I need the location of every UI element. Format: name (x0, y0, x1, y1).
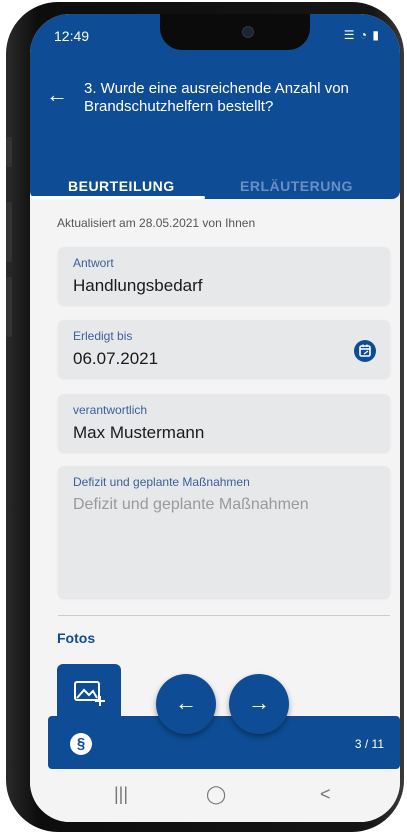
verantwortlich-value: Max Mustermann (73, 423, 205, 442)
page-counter: 3 / 11 (354, 737, 384, 751)
home-icon[interactable]: ◯ (206, 784, 226, 805)
erledigt-bis-label: Erledigt bis (73, 329, 133, 343)
next-button[interactable]: → (229, 674, 289, 734)
screen: 12:49 ☰ ◔ ▮ ← 3. Wurde eine ausreichende… (30, 14, 400, 822)
defizit-label: Defizit und geplante Maßnahmen (73, 475, 250, 489)
antwort-value: Handlungsbedarf (73, 276, 203, 295)
erledigt-bis-value: 06.07.2021 (73, 349, 159, 368)
camera-notch (160, 14, 310, 50)
add-photo-icon (74, 681, 105, 706)
fotos-heading: Fotos (57, 630, 96, 646)
antwort-field[interactable]: Antwort Handlungsbedarf (58, 247, 390, 305)
antwort-label: Antwort (73, 256, 114, 270)
erledigt-bis-field[interactable]: Erledigt bis 06.07.2021 (58, 320, 390, 378)
side-button (6, 202, 12, 262)
defizit-textarea[interactable]: Defizit und geplante Maßnahmen Defizit u… (58, 466, 390, 598)
page-title: 3. Wurde eine ausreichende Anzahl von Br… (84, 80, 349, 115)
app-header: ← 3. Wurde eine ausreichende Anzahl von … (30, 54, 400, 199)
phone-frame: 12:49 ☰ ◔ ▮ ← 3. Wurde eine ausreichende… (6, 2, 404, 832)
verantwortlich-field[interactable]: verantwortlich Max Mustermann (58, 394, 390, 452)
arrow-left-icon[interactable]: ← (46, 82, 68, 108)
divider (58, 615, 390, 616)
recents-icon[interactable]: ||| (114, 784, 128, 805)
verantwortlich-label: verantwortlich (73, 403, 148, 417)
side-button (6, 277, 12, 337)
add-photo-button[interactable] (57, 664, 121, 720)
back-nav-icon[interactable]: < (320, 784, 331, 805)
bottom-bar: § 3 / 11 (48, 716, 400, 769)
camera-icon (242, 26, 254, 38)
previous-button[interactable]: ← (156, 674, 216, 734)
active-tab-indicator (30, 196, 205, 199)
status-time: 12:49 (54, 28, 90, 44)
paragraph-icon[interactable]: § (70, 733, 92, 755)
side-button (6, 137, 12, 167)
calendar-edit-icon[interactable] (354, 340, 376, 362)
tab-beurteilung[interactable]: BEURTEILUNG (68, 178, 175, 194)
status-icons: ☰ ◔ ▮ (343, 28, 380, 42)
tab-erlaeuterung[interactable]: ERLÄUTERUNG (240, 178, 353, 194)
system-navigation-bar: ||| ◯ < (30, 769, 400, 822)
updated-info: Aktualisiert am 28.05.2021 von Ihnen (57, 216, 256, 230)
defizit-placeholder: Defizit und geplante Maßnahmen (73, 496, 309, 513)
